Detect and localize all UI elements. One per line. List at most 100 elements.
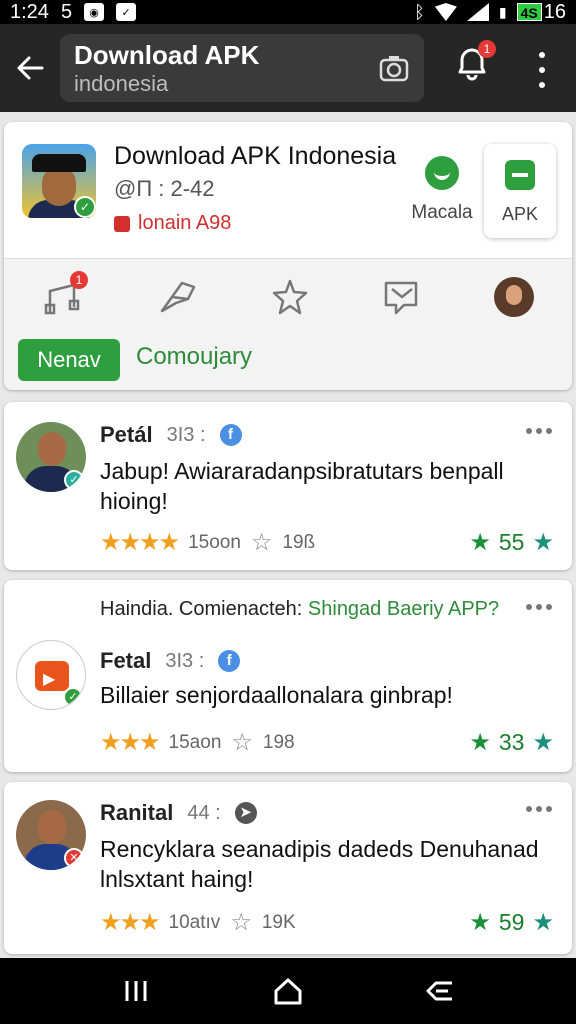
post-meta: 3I3 : xyxy=(165,649,205,672)
post-avatar[interactable]: ✓ xyxy=(16,422,86,492)
music-button[interactable]: 1 xyxy=(42,271,88,317)
post-meta: 44 : xyxy=(187,801,221,824)
star-icon xyxy=(272,279,308,315)
post-text: Billaier senjordaallonalara ginbrap! xyxy=(100,682,453,708)
save-star-icon[interactable]: ☆ xyxy=(230,908,252,937)
smile-icon xyxy=(425,156,459,190)
profile-avatar[interactable]: ✓ xyxy=(22,144,96,218)
battery-indicator: 4S 16 xyxy=(516,0,566,24)
post-rating: ★★★ 15aon ☆ 198 xyxy=(100,728,295,757)
verified-icon: ✓ xyxy=(64,470,84,490)
post-text: Jabup! Awiararadanpsibratutars benpall h… xyxy=(100,458,504,514)
profile-header-card: ✓ Download APK Indonesia @П : 2-42 lonai… xyxy=(4,122,572,390)
apk-label: APK xyxy=(501,204,539,224)
score-value: 59 xyxy=(498,909,525,935)
post-meta: 3I3 : xyxy=(166,423,206,446)
facebook-icon: f xyxy=(219,424,242,446)
message-button[interactable] xyxy=(382,277,422,317)
notifications-button[interactable]: 1 xyxy=(452,40,496,84)
profile-tag-label: lonain A98 xyxy=(138,212,232,234)
status-bar: 1:24 5 ◉ ✓ ᛒ ▮ 4S 16 xyxy=(0,0,576,24)
rating-stars: ★★★ xyxy=(100,909,161,936)
back-nav-icon xyxy=(426,981,452,1001)
signal-icon xyxy=(466,3,489,21)
post-card: ✕ Ranital 44 : ➤ Rencyklara seanadipis d… xyxy=(4,782,572,954)
post-intro-prefix: Haindia. Comienacteh: xyxy=(100,598,303,620)
tab-community[interactable]: Comoujary xyxy=(136,343,252,371)
post-author: Petál 3I3 : f xyxy=(100,422,242,448)
app-badge-icon: ✓ xyxy=(63,687,83,707)
post-more-icon[interactable] xyxy=(526,604,552,612)
recent-apps-icon xyxy=(125,981,147,1001)
share-button[interactable] xyxy=(158,277,198,317)
apk-icon xyxy=(505,160,535,190)
sim-icon: ▮ xyxy=(498,3,507,20)
user-avatar[interactable] xyxy=(494,277,534,317)
apk-button[interactable]: APK xyxy=(484,144,556,238)
profile-handle: @П : 2-42 xyxy=(114,176,215,201)
post-rating: ★★★ 10atıv ☆ 19K xyxy=(100,908,296,937)
save-star-icon[interactable]: ☆ xyxy=(251,528,273,557)
macala-label: Macala xyxy=(411,202,473,223)
system-nav-bar xyxy=(0,958,576,1024)
compass-icon: ➤ xyxy=(234,802,257,824)
save-star-icon[interactable]: ☆ xyxy=(231,728,253,757)
save-count: 19K xyxy=(261,911,296,933)
post-score: ★ 33 ★ xyxy=(469,728,554,757)
post-avatar[interactable]: ✕ xyxy=(16,800,86,870)
star-button[interactable] xyxy=(270,277,310,317)
more-vert-icon[interactable] xyxy=(530,52,554,88)
rating-stars: ★★★ xyxy=(100,729,161,756)
home-button[interactable] xyxy=(268,971,308,1011)
post-card: ✓ Petál 3I3 : f Jabup! Awiararadanpsibra… xyxy=(4,402,572,570)
score-star-icon: ★ xyxy=(469,529,491,556)
score-star-icon: ★ xyxy=(469,729,491,756)
tab-nenav[interactable]: Nenav xyxy=(18,339,120,381)
post-more-icon[interactable] xyxy=(526,428,552,436)
save-count: 19ß xyxy=(282,531,316,553)
post-author-name: Fetal xyxy=(100,648,152,673)
close-badge-icon: ✕ xyxy=(64,848,84,868)
post-more-icon[interactable] xyxy=(526,806,552,814)
app-bar-title: Download APK xyxy=(74,40,260,70)
verified-icon: ✓ xyxy=(74,196,96,218)
tag-icon xyxy=(114,215,130,232)
profile-tag: lonain A98 xyxy=(114,212,231,235)
post-card: Haindia. Comienacteh: Shingad Baeriy APP… xyxy=(4,580,572,772)
score-star-icon: ★ xyxy=(469,909,491,936)
header-toolbar: 1 Nenav Comoujary xyxy=(4,259,572,390)
message-icon xyxy=(384,281,418,315)
post-score: ★ 55 ★ xyxy=(469,528,554,557)
post-author-name: Petál xyxy=(100,422,153,447)
post-intro-link[interactable]: Shingad Baeriy APP? xyxy=(308,598,499,620)
rating-count: 15aon xyxy=(168,731,222,753)
check-status-icon: ✓ xyxy=(116,3,137,21)
facebook-icon: f xyxy=(218,650,241,672)
rating-count: 10atıv xyxy=(168,911,221,933)
battery-icon: 4S xyxy=(516,3,542,21)
profile-name: Download APK Indonesia xyxy=(114,142,397,170)
music-badge: 1 xyxy=(70,271,88,289)
macala-button[interactable]: Macala xyxy=(402,156,482,224)
post-author: Ranital 44 : ➤ xyxy=(100,800,257,826)
notification-badge: 1 xyxy=(478,40,496,58)
search-box[interactable]: Download APK indonesia xyxy=(60,34,424,102)
status-time: 1:24 xyxy=(10,0,49,23)
battery-level: 16 xyxy=(543,0,566,23)
score-star-icon: ★ xyxy=(532,909,554,936)
back-nav-button[interactable] xyxy=(420,971,460,1011)
status-notif-count: 5 xyxy=(60,0,73,23)
rating-stars: ★★★★ xyxy=(100,529,180,556)
post-avatar[interactable]: ▶ ✓ xyxy=(16,640,86,710)
rating-count: 15oon xyxy=(188,531,241,553)
post-rating: ★★★★ 15oon ☆ 19ß xyxy=(100,528,315,557)
post-text: Rencyklara seanadipis dadeds Denuhanad l… xyxy=(100,836,539,892)
post-author: Fetal 3I3 : f xyxy=(100,648,241,674)
camera-icon[interactable] xyxy=(378,52,410,84)
camera-status-icon: ◉ xyxy=(84,3,105,21)
bluetooth-icon: ᛒ xyxy=(414,1,425,22)
back-button[interactable] xyxy=(0,24,60,112)
share-icon xyxy=(160,281,196,313)
score-star-icon: ★ xyxy=(532,729,554,756)
recent-apps-button[interactable] xyxy=(116,971,156,1011)
